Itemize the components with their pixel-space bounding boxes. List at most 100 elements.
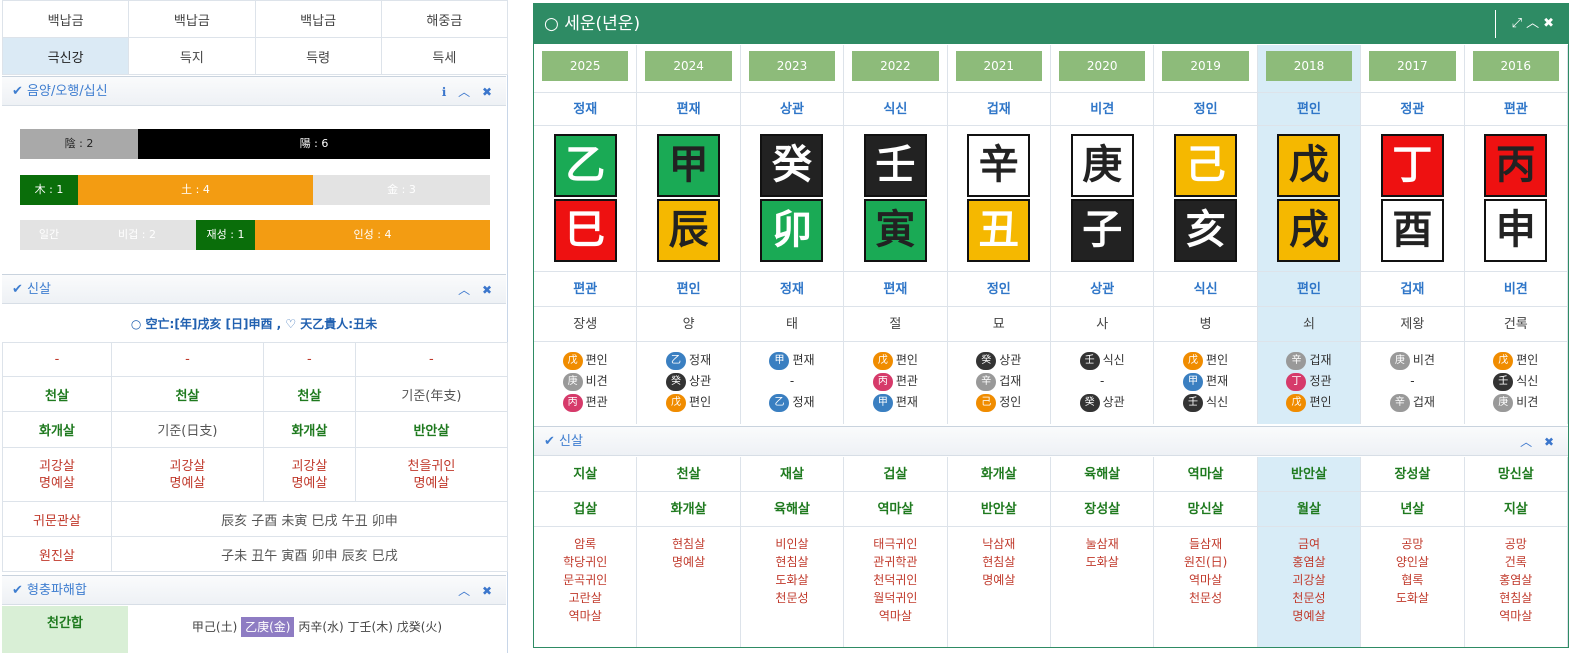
chevron-up-icon[interactable]: ︿	[458, 85, 474, 99]
sinsal-cell: -	[2, 342, 112, 377]
jijanggan-badge: 庚	[1389, 351, 1410, 370]
year-button[interactable]: 2023	[748, 51, 836, 81]
close-icon[interactable]: ✖	[1543, 16, 1558, 31]
year-button[interactable]: 2016	[1472, 51, 1559, 81]
branch-block[interactable]: 戌	[1277, 199, 1341, 262]
branch-block[interactable]: 亥	[1174, 199, 1238, 262]
eumyang-bars: 陰 : 2 陽 : 6 木 : 1 土 : 4 金 : 3 일간 비겁 : 2 …	[2, 107, 506, 272]
sinsal-cell: -	[262, 342, 356, 377]
sinsal-column: 화개살 반안살 낙삼재 현침살 명예살	[947, 457, 1051, 647]
strength-cell-active[interactable]: 극신강	[1, 37, 130, 75]
chevron-up-icon[interactable]: ︿	[458, 584, 474, 598]
bottom-sipsin: 편인	[1257, 272, 1361, 307]
jijanggan-sipsin: 편인	[1206, 353, 1229, 367]
sinsal-list-item: 천덕귀인	[873, 573, 918, 587]
stem-block[interactable]: 乙	[553, 134, 617, 197]
branch-block[interactable]: 申	[1484, 199, 1548, 262]
jijanggan-sipsin: 편관	[585, 395, 608, 409]
jijanggan-sipsin: 편인	[585, 353, 608, 367]
jijanggan-row: 壬 식신	[1051, 350, 1153, 371]
jijanggan-sipsin: 식신	[1102, 353, 1125, 367]
sinsal-column: 망신살 지살 공망 건록 홍염살 현침살 역마살	[1464, 457, 1568, 647]
sinsal-list: 낙삼재 현침살 명예살	[948, 527, 1050, 589]
branch-block[interactable]: 子	[1070, 199, 1134, 262]
top-sipsin: 편인	[1257, 93, 1361, 126]
inseong-bar: 인성 : 4	[255, 220, 490, 250]
close-icon[interactable]: ✖	[482, 85, 496, 99]
jijanggan-badge: 乙	[769, 393, 790, 412]
chevron-up-icon[interactable]: ︿	[1526, 16, 1543, 31]
strength-cell[interactable]: 득령	[254, 37, 382, 75]
jijanggan-sipsin: 편인	[1309, 395, 1332, 409]
year-button[interactable]: 2019	[1162, 51, 1249, 81]
branch-block[interactable]: 巳	[553, 199, 617, 262]
year-column: 2017 정관 丁酉 겁재 제왕 庚 비견 - 辛 겁재	[1361, 45, 1465, 424]
jijanggan-badge: 甲	[1183, 372, 1204, 391]
sinsal-row2: 반안살	[947, 492, 1050, 527]
stem-block[interactable]: 丙	[1484, 134, 1548, 197]
year-button-row: 2023	[740, 45, 844, 93]
jijanggan-row: 丙 편관	[534, 392, 636, 413]
year-button[interactable]: 2020	[1059, 51, 1146, 81]
ganji-box: 庚子	[1051, 126, 1154, 272]
year-button[interactable]: 2018	[1265, 51, 1353, 81]
jijanggan-sipsin: 비견	[585, 374, 608, 388]
sinsal-list-item: 들삼재	[1189, 537, 1223, 551]
stem-block[interactable]: 庚	[1070, 134, 1134, 197]
gongmang-text: 空亡:[年]戌亥 [日]申酉 , ♡ 天乙貴人:丑未	[145, 317, 378, 331]
strength-cell[interactable]: 득지	[128, 37, 256, 75]
branch-block[interactable]: 丑	[967, 199, 1031, 262]
info-icon[interactable]: ℹ	[442, 85, 451, 99]
jijanggan-sipsin: 편인	[1516, 353, 1539, 367]
jijanggan: 壬 식신 - 癸 상관	[1051, 342, 1153, 413]
stem-block[interactable]: 戊	[1277, 134, 1341, 197]
chevron-up-icon[interactable]: ︿	[1520, 435, 1536, 449]
branch-block[interactable]: 寅	[863, 199, 927, 262]
year-button[interactable]: 2025	[542, 51, 629, 81]
sinsal-cell: 반안살	[354, 411, 509, 448]
stem-block[interactable]: 丁	[1380, 134, 1444, 197]
year-button[interactable]: 2022	[852, 51, 939, 81]
jijanggan-row: 己 정인	[948, 392, 1050, 413]
panel-title: 형충파해합	[27, 583, 87, 598]
sinsal-list-item: 암록	[574, 537, 597, 551]
sinsal-cell: 천살	[110, 376, 264, 412]
year-button[interactable]: 2017	[1369, 51, 1456, 81]
chevron-up-icon[interactable]: ︿	[458, 283, 474, 297]
jijanggan-sipsin: 비견	[1412, 353, 1435, 367]
jijanggan-sipsin: 편인	[895, 353, 918, 367]
ganji-box: 壬寅	[844, 126, 947, 272]
sinsal-cell: 천살	[262, 376, 356, 412]
unseong: 장생	[534, 307, 637, 342]
wonjin-value: 子未 丑午 寅酉 卯申 辰亥 巳戌	[110, 536, 509, 572]
year-button[interactable]: 2024	[645, 51, 732, 81]
stem-block[interactable]: 壬	[863, 134, 927, 197]
nabeum-cell: 백납금	[1, 0, 130, 38]
jijanggan-badge: 丙	[872, 372, 893, 391]
year-button-row: 2021	[947, 45, 1050, 93]
year-button[interactable]: 2021	[955, 51, 1042, 81]
bottom-sipsin: 편인	[637, 272, 740, 307]
expand-icon[interactable]: ⤢	[1512, 16, 1526, 31]
jijanggan-empty: -	[1410, 374, 1415, 388]
close-icon[interactable]: ✖	[1544, 435, 1558, 449]
sinsal-cell: 괴강살 명예살	[262, 447, 356, 502]
jijanggan: 戊 편인 丙 편관 甲 편재	[844, 342, 946, 413]
nabeum-cell: 해중금	[380, 0, 509, 38]
branch-block[interactable]: 辰	[657, 199, 721, 262]
close-icon[interactable]: ✖	[482, 283, 496, 297]
stem-block[interactable]: 辛	[967, 134, 1031, 197]
stem-block[interactable]: 己	[1174, 134, 1238, 197]
branch-block[interactable]: 酉	[1380, 199, 1444, 262]
branch-block[interactable]: 卯	[760, 199, 824, 262]
stem-block[interactable]: 甲	[657, 134, 721, 197]
sinsal-list-item: 공망	[1401, 537, 1424, 551]
sinsal-list-item: 양인살	[1395, 555, 1429, 569]
sinsal-column: 육해살 장성살 눌삼재 도화살	[1051, 457, 1155, 647]
stem-block[interactable]: 癸	[760, 134, 824, 197]
bottom-sipsin: 겁재	[1361, 272, 1464, 307]
close-icon[interactable]: ✖	[482, 584, 496, 598]
strength-cell[interactable]: 득세	[380, 37, 509, 75]
jijanggan-row: 戊 편인	[1465, 350, 1567, 371]
jijanggan-badge: 癸	[976, 351, 997, 370]
